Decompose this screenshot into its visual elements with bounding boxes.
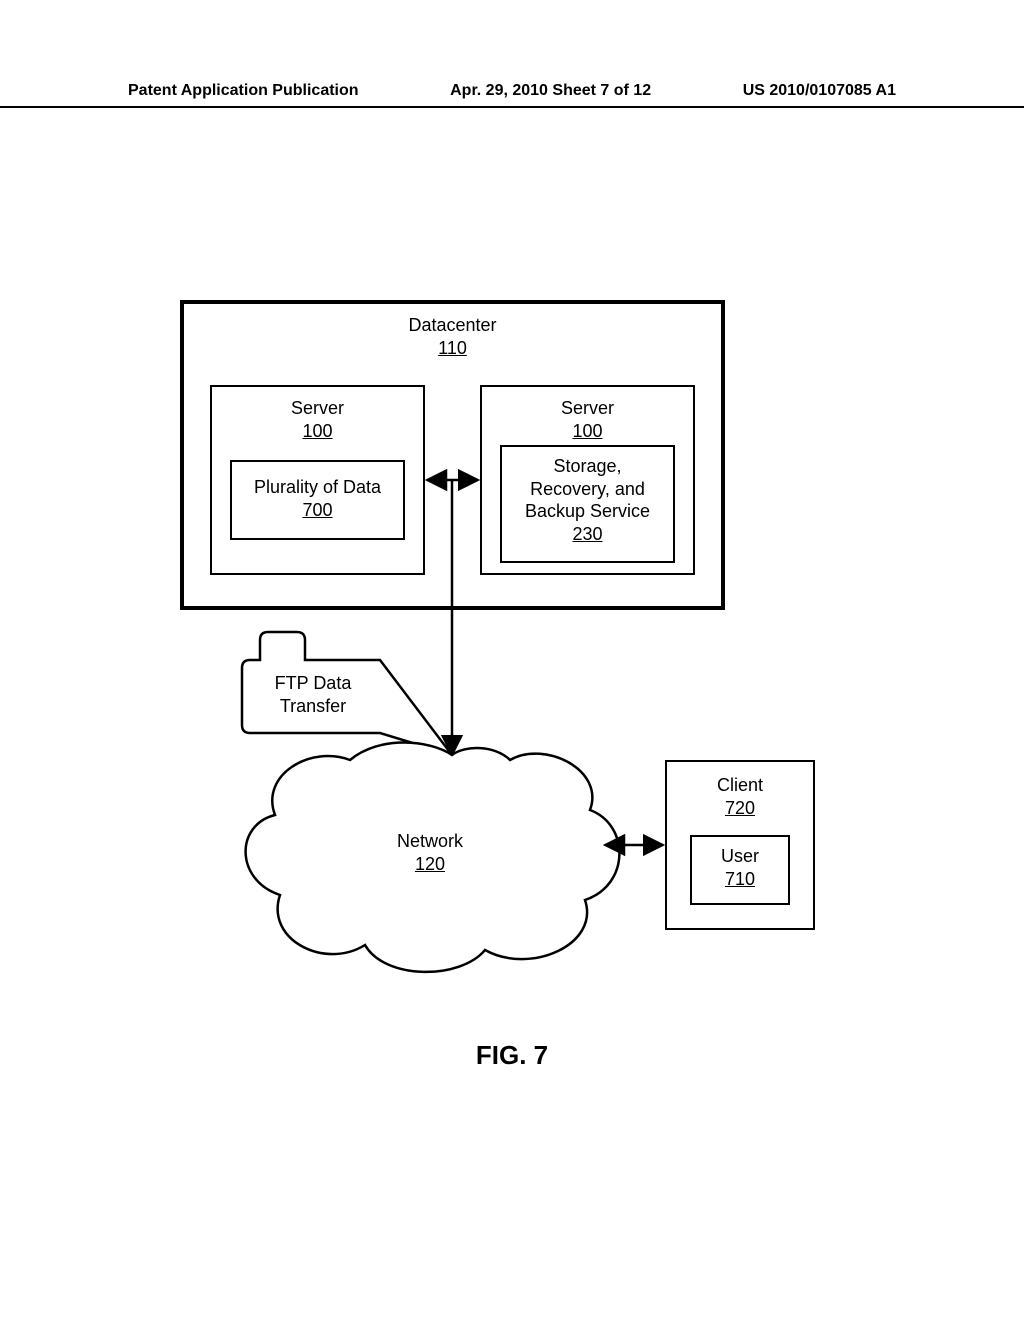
backup-ref: 230 [502,523,673,546]
page: Patent Application Publication Apr. 29, … [0,0,1024,1320]
backup-line3: Backup Service [502,500,673,523]
header-right: US 2010/0107085 A1 [743,82,896,100]
server-right-title: Server [482,397,693,420]
client-ref: 720 [667,797,813,820]
page-header: Patent Application Publication Apr. 29, … [0,82,1024,108]
network-label: Network 120 [360,830,500,875]
network-title: Network [360,830,500,853]
datacenter-title: Datacenter [184,314,721,337]
network-ref: 120 [360,853,500,876]
ftp-label: FTP Data Transfer [258,672,368,717]
header-center: Apr. 29, 2010 Sheet 7 of 12 [450,82,651,100]
client-title: Client [667,774,813,797]
ftp-line2: Transfer [258,695,368,718]
figure-caption: FIG. 7 [0,1040,1024,1071]
plurality-ref: 700 [232,499,403,522]
server-left-ref: 100 [212,420,423,443]
user-ref: 710 [692,868,788,891]
user-box: User 710 [690,835,790,905]
server-left-title: Server [212,397,423,420]
header-left: Patent Application Publication [128,82,359,100]
ftp-line1: FTP Data [258,672,368,695]
backup-service-box: Storage, Recovery, and Backup Service 23… [500,445,675,563]
plurality-of-data-box: Plurality of Data 700 [230,460,405,540]
figure-area: Datacenter 110 Server 100 Plurality of D… [180,300,840,1080]
server-right-ref: 100 [482,420,693,443]
plurality-title: Plurality of Data [232,476,403,499]
datacenter-ref: 110 [184,337,721,360]
backup-line1: Storage, [502,455,673,478]
user-title: User [692,845,788,868]
backup-line2: Recovery, and [502,478,673,501]
